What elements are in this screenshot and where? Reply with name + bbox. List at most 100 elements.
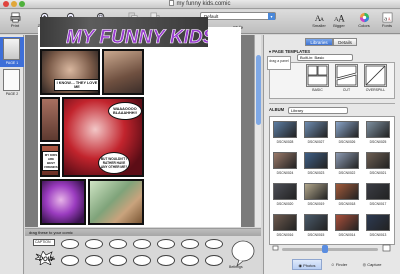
style-select[interactable]: Default ▾ <box>200 12 276 20</box>
canvas-scroll-knob[interactable] <box>256 55 261 125</box>
bubble-tray: drag these to your comic CAPTION POW Bet… <box>25 228 261 274</box>
photo-label: DSCN0024 <box>276 171 294 175</box>
pow-sticker-template[interactable]: POW <box>35 251 55 265</box>
panel-1[interactable]: I KNOW.... THEY LOVE ME <box>40 49 100 95</box>
photo-thumbnail[interactable] <box>335 183 359 200</box>
thought-bubble-template-6[interactable] <box>181 255 199 266</box>
panel-4-caption[interactable]: MY KIDS ARE BEST FRIENDS <box>42 151 58 171</box>
zoom-small-icon[interactable] <box>272 245 279 252</box>
photo-label: DSCN0027 <box>307 140 325 144</box>
panel-5[interactable]: WAAAOOOO BLAAAHHH!! BUT WOULDN'T I RATHE… <box>62 97 144 177</box>
source-capture-button[interactable]: ◎ Capture <box>356 259 388 270</box>
font-bigger-icon: AA <box>334 14 345 23</box>
fill-sticker-label: Bethings <box>229 265 243 269</box>
source-capture-label: Capture <box>367 262 382 267</box>
print-button[interactable]: Print <box>2 12 28 33</box>
panel-3[interactable] <box>40 97 60 142</box>
photo-thumbnail[interactable] <box>304 183 328 200</box>
source-photos-button[interactable]: ◉ Photos <box>292 259 322 270</box>
page-1-label: PAGE 1 <box>5 61 19 65</box>
panel-7[interactable] <box>88 179 144 225</box>
pow-text: POW <box>39 257 55 263</box>
template-cut[interactable] <box>335 64 358 87</box>
template-basic-label: BASIC <box>312 88 323 92</box>
photo-label: DSCN0026 <box>338 140 356 144</box>
tab-libraries[interactable]: Libraries <box>305 38 333 46</box>
thumbnail-size-knob[interactable] <box>322 245 328 253</box>
speech-bubble-template-6[interactable] <box>181 239 199 249</box>
speech-bubble-template-4[interactable] <box>133 239 151 249</box>
photo-thumbnail[interactable] <box>366 152 390 169</box>
comic-title-art: MY FUNNY KIDS <box>66 27 208 47</box>
speech-bubble-template-5[interactable] <box>157 239 175 249</box>
photo-thumbnail[interactable] <box>273 121 297 138</box>
fill-sticker-template[interactable] <box>228 238 258 268</box>
title-panel[interactable]: MY FUNNY KIDS <box>40 17 208 47</box>
speech-bubble-template-7[interactable] <box>205 239 223 249</box>
thought-bubble-template-3[interactable] <box>109 255 127 266</box>
photo-thumbnail[interactable] <box>366 214 390 231</box>
source-finder-label: Finder <box>335 262 348 267</box>
comic-page: MY FUNNY KIDS I KNOW.... THEY LOVE ME MY… <box>38 17 241 227</box>
photo-thumbnail[interactable] <box>335 214 359 231</box>
photo-thumbnail[interactable] <box>304 214 328 231</box>
photo-thumbnail[interactable] <box>335 121 359 138</box>
caption-bubble-template[interactable]: CAPTION <box>33 239 55 246</box>
page-2-label: PAGE 2 <box>5 92 19 96</box>
page-thumbnails-sidebar: PAGE 1 PAGE 2 <box>0 35 24 274</box>
template-set-select[interactable]: Built-in: Basic <box>297 54 353 61</box>
photo-thumbnail[interactable] <box>366 121 390 138</box>
page-1-thumbnail[interactable]: PAGE 1 <box>0 37 24 67</box>
panel-divider[interactable] <box>269 103 395 106</box>
print-label: Print <box>10 23 20 28</box>
photo-label: DSCN0019 <box>307 202 325 206</box>
page-1-preview <box>3 38 20 60</box>
comic-title: MY FUNNY KIDS <box>66 27 208 47</box>
photo-label: DSCN0018 <box>338 202 356 206</box>
photo-label: DSCN0020 <box>276 202 294 206</box>
photo-thumbnail[interactable] <box>304 121 328 138</box>
photo-thumbnail[interactable] <box>335 152 359 169</box>
panel-1-caption[interactable]: I KNOW.... THEY LOVE ME <box>54 79 98 91</box>
thought-bubble-template-2[interactable] <box>85 255 103 266</box>
color-wheel-icon <box>359 12 369 23</box>
thought-bubble-template-1[interactable] <box>61 255 79 266</box>
speech-bubble-template-2[interactable] <box>85 239 103 249</box>
template-set-value: Built-in: Basic <box>300 55 325 60</box>
source-photos-label: Photos <box>303 263 316 268</box>
page-2-thumbnail[interactable] <box>3 69 20 91</box>
thought-bubble-template-5[interactable] <box>157 255 175 266</box>
zoom-large-icon[interactable] <box>382 244 391 253</box>
svg-text:A: A <box>338 14 345 23</box>
font-bigger-button[interactable]: AA Bigger <box>326 12 352 33</box>
photo-thumbnail[interactable] <box>304 152 328 169</box>
speech-bubble-template-3[interactable] <box>109 239 127 249</box>
photo-thumbnail[interactable] <box>273 183 297 200</box>
thumbnail-size-slider[interactable] <box>282 248 378 251</box>
album-select[interactable]: Library <box>288 107 348 114</box>
panel-5-bubble-top[interactable]: WAAAOOOO BLAAAHHH!! <box>108 102 142 120</box>
colors-button[interactable]: Colors <box>353 12 375 33</box>
template-basic[interactable] <box>306 64 329 87</box>
panel-5-bubble-bottom[interactable]: BUT WOULDN'T I RATHER HAVE ANY OTHER ME? <box>98 152 130 174</box>
panel-4[interactable]: MY KIDS ARE BEST FRIENDS <box>40 144 60 177</box>
thought-bubble-template-7[interactable] <box>205 255 223 266</box>
fonts-button[interactable]: aA Fonts <box>376 12 398 33</box>
printer-icon <box>10 12 20 23</box>
fonts-label: Fonts <box>381 23 392 28</box>
tab-details[interactable]: Details <box>333 38 357 46</box>
photo-label: DSCN0013 <box>369 233 387 237</box>
photo-thumbnail[interactable] <box>273 214 297 231</box>
photo-thumbnail[interactable] <box>366 183 390 200</box>
speech-bubble-template-1[interactable] <box>61 239 79 249</box>
thought-bubble-template-4[interactable] <box>133 255 151 266</box>
panel-6[interactable] <box>40 179 86 225</box>
panel-2[interactable] <box>102 49 144 95</box>
font-smaller-icon: AA <box>314 14 323 23</box>
photo-thumbnail[interactable] <box>273 152 297 169</box>
canvas-scrollbar[interactable] <box>254 35 261 227</box>
photo-label: DSCN0022 <box>338 171 356 175</box>
source-finder-button[interactable]: ☺ Finder <box>324 259 354 270</box>
window-title: my funny kids.comic <box>0 0 400 9</box>
template-overspill[interactable] <box>364 64 387 87</box>
